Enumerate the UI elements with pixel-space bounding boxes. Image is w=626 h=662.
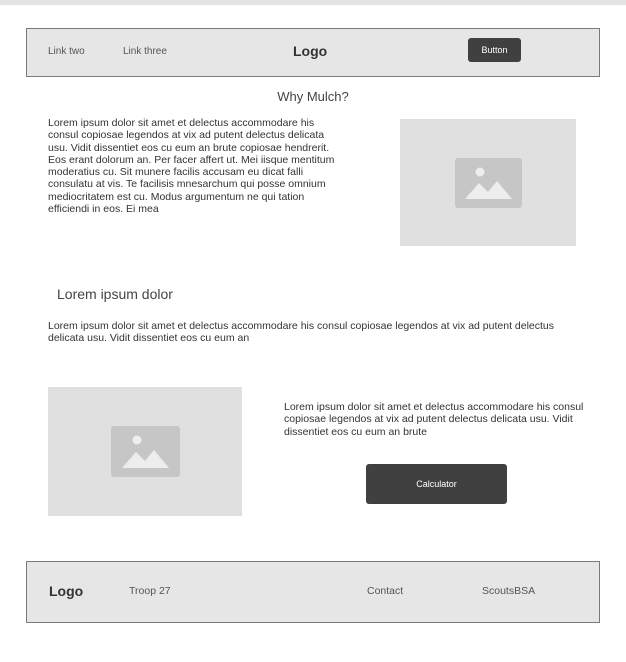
- image-placeholder-icon: [454, 157, 522, 208]
- footer-troop-text: Troop 27: [129, 585, 171, 597]
- section1-image-placeholder: [400, 119, 576, 246]
- section3-image-placeholder: [48, 387, 242, 516]
- image-placeholder-icon: [110, 426, 180, 477]
- header-button[interactable]: Button: [468, 38, 521, 62]
- footer-contact-link[interactable]: Contact: [367, 585, 403, 597]
- header-logo[interactable]: Logo: [293, 43, 327, 59]
- section1-paragraph: Lorem ipsum dolor sit amet et delectus a…: [48, 117, 335, 216]
- header-nav: Link two Link three Logo Button: [26, 28, 600, 77]
- nav-link-two[interactable]: Link two: [48, 46, 85, 57]
- footer-logo[interactable]: Logo: [49, 583, 83, 599]
- calculator-button[interactable]: Calculator: [366, 464, 507, 504]
- section-heading-why-mulch: Why Mulch?: [277, 89, 349, 104]
- footer-scouts-link[interactable]: ScoutsBSA: [482, 585, 535, 597]
- section2-heading: Lorem ipsum dolor: [57, 286, 173, 302]
- section2-paragraph: Lorem ipsum dolor sit amet et delectus a…: [48, 320, 555, 345]
- nav-link-three[interactable]: Link three: [123, 46, 167, 57]
- footer: Logo Troop 27 Contact ScoutsBSA: [26, 561, 600, 623]
- top-strip: [0, 0, 626, 5]
- section3-paragraph: Lorem ipsum dolor sit amet et delectus a…: [284, 401, 584, 438]
